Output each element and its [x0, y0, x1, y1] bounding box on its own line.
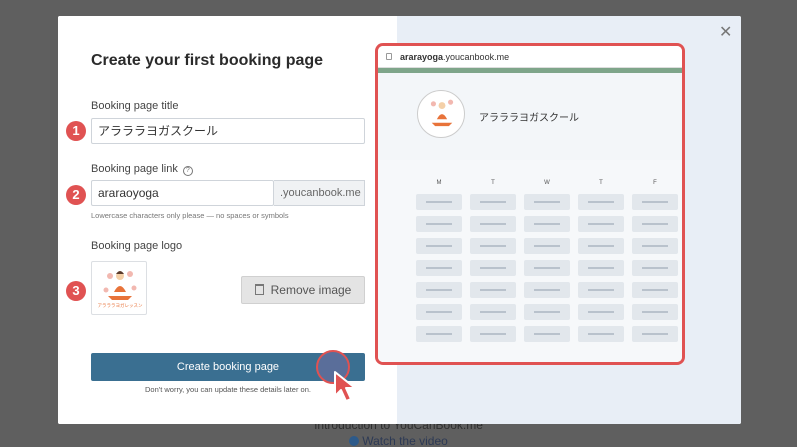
logo-label: Booking page logo: [91, 240, 183, 252]
remove-image-button[interactable]: Remove image: [241, 276, 365, 304]
preview-time-slot: [416, 216, 462, 232]
preview-day-0: M: [436, 180, 442, 186]
help-icon[interactable]: ?: [182, 166, 193, 176]
step-badge-1: 1: [66, 121, 86, 141]
preview-time-slot: [632, 326, 678, 342]
preview-day-1: T: [491, 180, 495, 186]
watch-video-link[interactable]: Watch the video: [0, 434, 797, 447]
preview-time-slot: [524, 326, 570, 342]
preview-time-slot: [578, 216, 624, 232]
link-label: Booking page link: [91, 163, 178, 175]
preview-day-3: T: [599, 180, 603, 186]
trash-icon: [254, 284, 264, 295]
preview-time-slot: [470, 238, 516, 254]
preview-time-slot: [524, 282, 570, 298]
preview-time-slot: [632, 304, 678, 320]
preview-time-slot: [578, 326, 624, 342]
preview-time-slot: [578, 260, 624, 276]
preview-time-slot: [470, 282, 516, 298]
step-badge-2: 2: [66, 185, 86, 205]
close-icon[interactable]: ✕: [719, 22, 732, 42]
preview-time-slot: [632, 260, 678, 276]
preview-time-slot: [632, 216, 678, 232]
preview-url-bar: ararayoga.youcanbook.me: [378, 46, 682, 68]
preview-time-slot: [470, 216, 516, 232]
preview-time-slot: [632, 238, 678, 254]
preview-time-slot: [578, 304, 624, 320]
modal-title: Create your first booking page: [91, 52, 324, 69]
preview-day-4: F: [653, 180, 657, 186]
preview-time-slot: [470, 326, 516, 342]
update-later-hint: Don't worry, you can update these detail…: [145, 385, 311, 394]
booking-page-preview: ararayoga.youcanbook.me アラララヨガスクール M T W T F: [375, 43, 685, 365]
preview-url-domain: .youcanbook.me: [443, 52, 510, 62]
preview-time-slot: [416, 326, 462, 342]
link-domain-suffix: .youcanbook.me: [274, 180, 365, 206]
link-label-row: Booking page link?: [91, 163, 193, 176]
booking-title-input[interactable]: アラララヨガスクール: [91, 118, 365, 144]
link-hint: Lowercase characters only please — no sp…: [91, 211, 289, 220]
preview-time-slot: [524, 194, 570, 210]
svg-text:アラララヨガレッスン: アラララヨガレッスン: [98, 302, 143, 309]
preview-time-slot: [416, 282, 462, 298]
preview-time-slot: [578, 238, 624, 254]
title-label: Booking page title: [91, 100, 179, 112]
preview-header: アラララヨガスクール: [378, 73, 682, 160]
preview-time-slot: [632, 282, 678, 298]
watch-video-label: Watch the video: [362, 434, 448, 447]
preview-time-slot: [578, 194, 624, 210]
preview-time-slot: [632, 194, 678, 210]
preview-time-slot: [416, 260, 462, 276]
remove-image-label: Remove image: [270, 283, 352, 297]
preview-time-slot: [524, 304, 570, 320]
preview-time-slot: [416, 304, 462, 320]
step-badge-3: 3: [66, 281, 86, 301]
preview-time-slot: [578, 282, 624, 298]
yoga-logo-small: [430, 99, 454, 127]
preview-url-subdomain: ararayoga: [400, 52, 444, 62]
lock-icon: [386, 53, 392, 60]
preview-page-name: アラララヨガスクール: [479, 113, 579, 124]
preview-calendar: MTWTF: [378, 160, 682, 362]
booking-link-input[interactable]: araraoyoga: [91, 180, 274, 206]
preview-time-slot: [524, 260, 570, 276]
cursor-icon: [334, 371, 356, 402]
yoga-logo-image: アラララヨガレッスン: [98, 271, 143, 309]
preview-time-slot: [524, 238, 570, 254]
preview-time-slot: [524, 216, 570, 232]
preview-time-slot: [416, 194, 462, 210]
play-icon: [349, 436, 360, 446]
preview-day-2: W: [544, 180, 550, 186]
preview-time-slot: [416, 238, 462, 254]
preview-time-slot: [470, 194, 516, 210]
preview-time-slot: [470, 304, 516, 320]
logo-preview[interactable]: アラララヨガレッスン: [91, 261, 147, 315]
form-panel: Create your first booking page Booking p…: [58, 16, 397, 424]
preview-logo-avatar: [417, 90, 465, 138]
preview-time-slot: [470, 260, 516, 276]
